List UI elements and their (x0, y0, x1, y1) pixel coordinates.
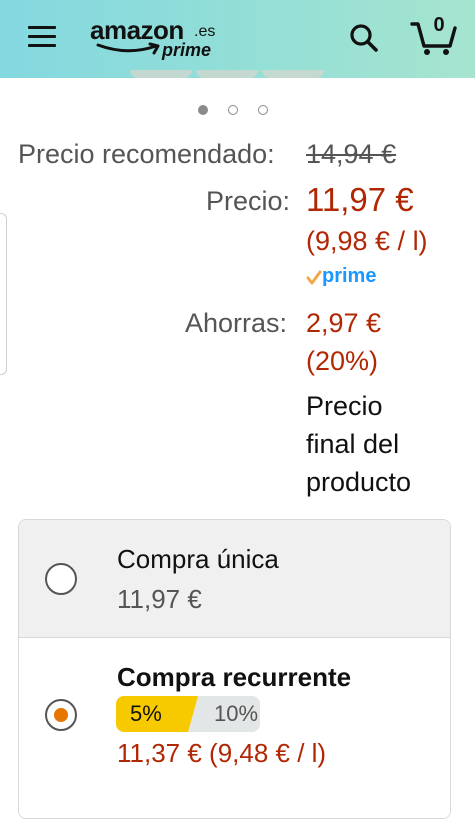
final-price-note-line2: final del (306, 429, 400, 459)
cart-icon[interactable]: 0 (410, 14, 458, 56)
subscribe-price: 11,37 € (9,48 € / l) (117, 738, 327, 768)
smile-arrow-icon (96, 42, 160, 55)
final-price-note-line1: Precio (306, 391, 383, 421)
subscribe-option[interactable]: Compra recurrente 5% 10% 11,37 € (9,48 €… (19, 638, 450, 818)
recommended-price-value: 14,94 € (306, 139, 397, 169)
prime-text: prime (322, 265, 377, 287)
carousel-dot[interactable] (198, 105, 208, 115)
one-time-title: Compra única (117, 544, 279, 574)
amazon-prime-logo[interactable]: amazon .es prime (90, 14, 225, 62)
menu-icon[interactable] (28, 26, 56, 48)
prime-check-icon (306, 270, 322, 285)
logo-tld: .es (194, 23, 216, 40)
carousel-dot[interactable] (258, 105, 268, 115)
discount-tier-2: 10% (214, 701, 259, 726)
one-time-purchase-option[interactable]: Compra única 11,97 € (19, 520, 450, 638)
savings-value: 2,97 € (306, 308, 382, 338)
unit-price: (9,98 € / l) (306, 226, 428, 256)
price-label: Precio: (206, 186, 291, 216)
savings-percent: (20%) (306, 346, 379, 376)
product-image-bottom (130, 70, 330, 82)
savings-label: Ahorras: (185, 308, 288, 338)
radio-icon[interactable] (45, 563, 77, 595)
carousel-dots (198, 105, 278, 119)
recommended-price-label: Precio recomendado: (18, 139, 275, 169)
prime-badge: prime (306, 265, 396, 289)
price-value: 11,97 € (306, 181, 414, 218)
one-time-price: 11,97 € (117, 584, 202, 614)
radio-icon[interactable] (45, 699, 77, 731)
purchase-options-card: Compra única 11,97 € Compra recurrente 5… (18, 519, 451, 819)
top-nav-bar: amazon .es prime 0 (0, 0, 475, 78)
logo-prime: prime (162, 40, 212, 60)
discount-tier-1: 5% (130, 701, 162, 726)
side-drawer-handle[interactable] (0, 213, 7, 375)
carousel-dot[interactable] (228, 105, 238, 115)
discount-tiers: 5% 10% (116, 696, 260, 732)
radio-selected-dot (54, 708, 68, 722)
cart-count: 0 (433, 14, 445, 36)
search-icon[interactable] (348, 22, 380, 54)
subscribe-title: Compra recurrente (117, 662, 352, 692)
final-price-note-line3: producto (306, 467, 412, 497)
